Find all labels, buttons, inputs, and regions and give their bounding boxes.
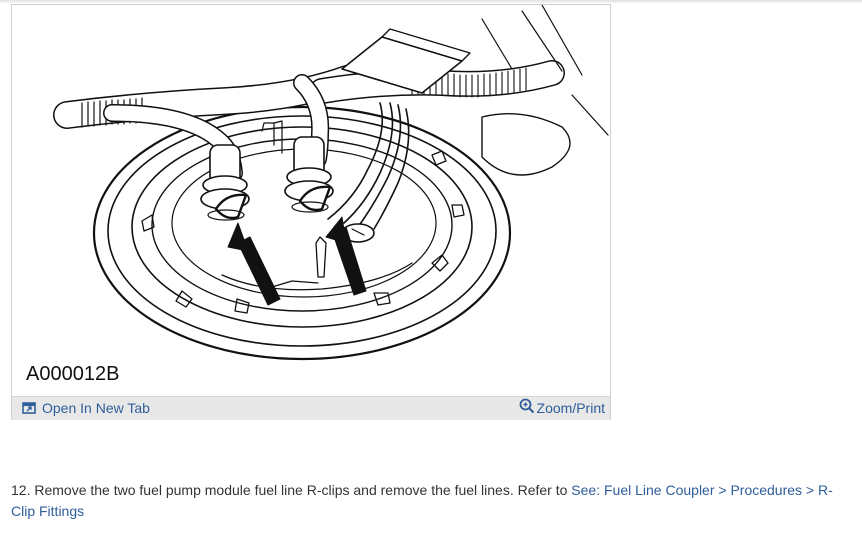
- zoom-magnifier-icon: [519, 398, 534, 414]
- top-divider: [0, 0, 862, 3]
- figure-code: A000012B: [26, 363, 120, 385]
- figure-toolbar: Open In New Tab Zoom/Print: [12, 396, 610, 420]
- open-in-new-tab-label: Open In New Tab: [42, 400, 150, 416]
- zoom-print-link[interactable]: Zoom/Print: [519, 398, 605, 416]
- figure-card: A000012B Open In New Tab Zoom/Print: [11, 4, 611, 420]
- open-new-tab-icon: [22, 402, 36, 414]
- zoom-print-label: Zoom/Print: [536, 400, 605, 416]
- fuel-pump-diagram: A000012B: [12, 5, 610, 395]
- step-instruction: 12. Remove the two fuel pump module fuel…: [11, 482, 572, 498]
- procedure-step: 12. Remove the two fuel pump module fuel…: [11, 480, 856, 522]
- open-in-new-tab-link[interactable]: Open In New Tab: [22, 400, 150, 416]
